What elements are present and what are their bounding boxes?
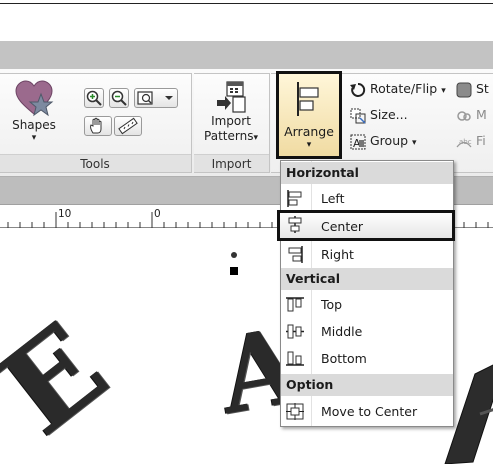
size-button[interactable]: Size...: [350, 107, 408, 124]
partial-fit-button[interactable]: abc Fi: [456, 133, 486, 150]
rotate-flip-label: Rotate/Flip: [370, 81, 438, 96]
menu-item-left-label: Left: [321, 191, 345, 206]
align-center-icon: [288, 216, 302, 233]
menu-item-middle-label: Middle: [321, 324, 363, 339]
import-label-line1: Import: [211, 114, 251, 128]
hand-icon: [90, 117, 102, 134]
align-middle-icon: [286, 324, 304, 339]
align-top-icon: [286, 297, 304, 312]
import-patterns-icon: [217, 81, 246, 113]
align-left-icon: [287, 190, 302, 207]
align-arrange-icon: [297, 82, 319, 116]
ribbon-tab-strip: [0, 41, 493, 69]
menu-header-option: Option: [281, 374, 453, 396]
arrange-label: Arrange: [284, 124, 334, 139]
group-icon: A: [350, 134, 366, 150]
menu-item-bottom[interactable]: Bottom: [281, 345, 453, 372]
menu-item-center-label: Center: [321, 219, 364, 234]
resize-icon: [350, 108, 366, 124]
menu-item-move-to-center-label: Move to Center: [321, 404, 418, 419]
zoom-out-button[interactable]: [109, 88, 129, 108]
arrange-button[interactable]: Arrange ▾: [276, 71, 342, 159]
menu-item-left[interactable]: Left: [281, 185, 453, 212]
group-dropdown-arrow: ▾: [412, 138, 417, 148]
align-right-icon: [288, 246, 303, 263]
selection-handle[interactable]: [230, 267, 238, 275]
menu-header-horizontal: Horizontal: [281, 162, 453, 184]
menu-item-bottom-label: Bottom: [321, 351, 367, 366]
partial-m-button[interactable]: M: [456, 107, 487, 124]
measure-button[interactable]: [114, 116, 142, 136]
align-bottom-icon: [286, 351, 304, 366]
import-dropdown-arrow: ▾: [253, 133, 258, 143]
ruler-icon: [118, 117, 138, 135]
menu-item-right-label: Right: [321, 247, 354, 262]
shapes-button[interactable]: Shapes ▾: [5, 80, 63, 150]
zoom-fit-icon: [137, 91, 173, 105]
partial-label-st: St: [476, 81, 489, 96]
arrange-dropdown-arrow: ▾: [306, 140, 312, 150]
shapes-label: Shapes: [12, 118, 56, 132]
import-label-line2: Patterns▾: [196, 129, 266, 146]
import-label-patterns: Patterns: [204, 129, 254, 143]
group-label: Group: [370, 133, 409, 148]
menu-header-vertical: Vertical: [281, 268, 453, 290]
anchor-point-marker[interactable]: [231, 252, 237, 258]
zoom-fit-button[interactable]: [134, 88, 178, 108]
pan-button[interactable]: [84, 116, 112, 136]
import-group-label: Import: [194, 154, 269, 172]
tools-group: Shapes ▾ Tools: [0, 73, 192, 173]
zoom-in-button[interactable]: [84, 88, 104, 108]
partial-label-m: M: [476, 107, 487, 122]
menu-item-center[interactable]: Center: [277, 210, 455, 241]
size-label: Size...: [370, 107, 408, 122]
rotate-icon: [350, 82, 366, 97]
tools-group-label: Tools: [0, 154, 191, 172]
zoom-out-icon: [111, 90, 127, 106]
partial-label-fi: Fi: [476, 133, 486, 148]
shapes-dropdown-arrow: ▾: [31, 133, 37, 143]
menu-item-right[interactable]: Right: [281, 241, 453, 268]
menu-item-move-to-center[interactable]: Move to Center: [281, 398, 453, 425]
import-group: Import Patterns▾ Import: [194, 73, 270, 173]
rotate-flip-dropdown-arrow: ▾: [441, 86, 446, 96]
menu-item-middle[interactable]: Middle: [281, 318, 453, 345]
ruler-label-0: 0: [154, 208, 161, 220]
rotate-flip-button[interactable]: Rotate/Flip ▾: [350, 81, 446, 98]
svg-text:abc: abc: [459, 138, 472, 146]
import-patterns-button[interactable]: Import Patterns▾: [196, 80, 266, 152]
stitch-icon: [456, 82, 472, 97]
partial-stitch-button[interactable]: St: [456, 81, 489, 98]
text-on-path-icon: abc: [456, 138, 472, 147]
ruler-label-10: 10: [58, 208, 72, 220]
embroidered-letter-e[interactable]: E: [0, 296, 131, 461]
menu-item-top-label: Top: [321, 297, 343, 312]
arrange-dropdown-menu: Horizontal Left Center Right Vertical To…: [277, 160, 455, 427]
top-divider-line: [0, 3, 493, 4]
link-icon: [457, 110, 471, 121]
group-button[interactable]: A Group ▾: [350, 133, 417, 150]
zoom-in-icon: [86, 90, 102, 106]
heart-star-shapes-icon: [15, 80, 54, 117]
menu-item-top[interactable]: Top: [281, 291, 453, 318]
move-to-center-icon: [286, 403, 304, 420]
